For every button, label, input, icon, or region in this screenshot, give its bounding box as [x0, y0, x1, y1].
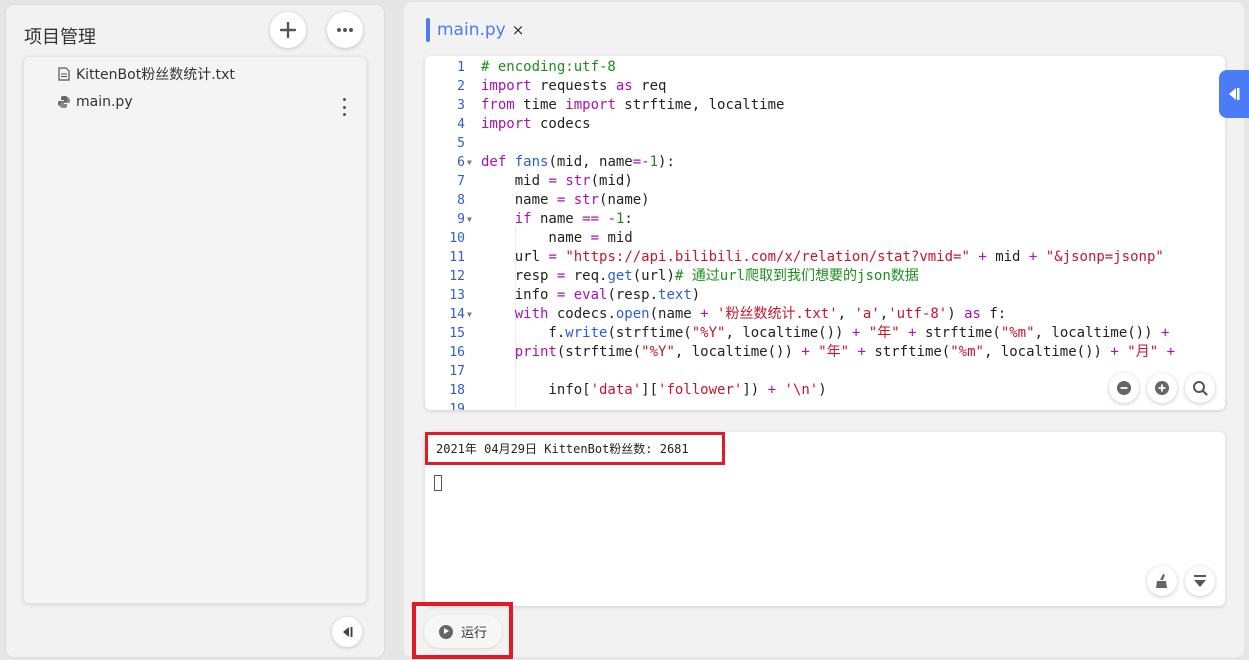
file-item-kittenbot-txt[interactable]: KittenBot粉丝数统计.txt	[57, 63, 235, 85]
expand-left-icon	[1229, 88, 1240, 100]
code-editor[interactable]: 1 # encoding:utf-8 2 import requests as re…	[425, 56, 1225, 410]
tab-label: main.py	[437, 20, 506, 40]
scroll-bottom-button[interactable]	[1185, 566, 1215, 596]
editor-toolbar	[1109, 373, 1215, 403]
code-line: 19	[449, 402, 465, 410]
file-name: KittenBot粉丝数统计.txt	[76, 67, 235, 83]
zoom-out-button[interactable]	[1109, 373, 1139, 403]
plus-circle-icon	[1155, 381, 1169, 395]
code-line: 7 mid = str(mid)	[457, 173, 633, 189]
code-line: 1 # encoding:utf-8	[457, 59, 616, 75]
code-line: 12 resp = req.get(url)# 通过url爬取到我们想要的jso…	[449, 268, 919, 284]
plus-icon	[280, 22, 296, 38]
code-line: 17	[449, 364, 465, 379]
minus-circle-icon	[1117, 381, 1131, 395]
run-label: 运行	[460, 626, 487, 641]
active-tab-indicator	[426, 18, 430, 42]
console-toolbar	[1147, 566, 1215, 596]
code-line: 4 import codecs	[457, 116, 591, 132]
file-name: main.py	[76, 94, 133, 110]
code-line: 13 info = eval(resp.text)	[449, 287, 701, 303]
code-line: 6 ▼ def fans(mid, name=-1):	[457, 154, 675, 170]
zoom-in-button[interactable]	[1147, 373, 1177, 403]
code-line: 5	[457, 136, 465, 151]
add-file-button[interactable]	[270, 12, 306, 48]
more-options-button[interactable]	[327, 12, 363, 48]
collapse-left-icon	[343, 627, 353, 637]
editor-panel: main.py × 1 # encoding:utf-8 2 import requ…	[404, 2, 1244, 659]
file-tree: KittenBot粉丝数统计.txt main.py	[23, 56, 367, 604]
tab-close-icon[interactable]: ×	[512, 21, 525, 39]
project-panel-title: 项目管理	[24, 27, 96, 48]
code-line: 18 info['data']['follower']) + '\n')	[449, 382, 827, 398]
run-button-highlight: 运行	[412, 602, 513, 659]
project-panel: 项目管理 KittenBot粉丝数统计.txt main.py	[6, 5, 384, 657]
code-line: 15 f.write(strftime("%Y", localtime()) +…	[449, 325, 1170, 341]
play-icon	[438, 624, 453, 639]
collapse-sidebar-button[interactable]	[332, 617, 362, 647]
more-horizontal-icon	[337, 28, 353, 32]
python-icon	[57, 95, 71, 109]
run-button[interactable]: 运行	[424, 615, 502, 648]
scroll-down-icon	[1194, 575, 1206, 587]
search-icon	[1193, 381, 1208, 396]
console-output-line: 2021年 04月29日 KittenBot粉丝数: 2681	[425, 432, 725, 465]
code-line: 8 name = str(name)	[457, 192, 650, 208]
search-button[interactable]	[1185, 373, 1215, 403]
broom-icon	[1156, 574, 1167, 588]
file-menu-button[interactable]	[341, 98, 347, 116]
file-item-main-py[interactable]: main.py	[57, 91, 133, 113]
code-line: 14 ▼ with codecs.open(name + '粉丝数统计.txt',…	[449, 306, 1007, 322]
code-line: 3 from time import strftime, localtime	[457, 97, 785, 113]
code-line: 10 name = mid	[449, 230, 633, 246]
code-line: 16 print(strftime("%Y", localtime()) + "…	[449, 344, 1175, 360]
side-panel-toggle[interactable]	[1219, 70, 1249, 118]
code-line: 11 url = "https://api.bilibili.com/x/rel…	[449, 249, 1164, 265]
console-output: 2021年 04月29日 KittenBot粉丝数: 2681	[425, 432, 1225, 606]
code-line: 2 import requests as req	[457, 78, 667, 94]
tab-main-py[interactable]: main.py ×	[426, 17, 524, 43]
clear-console-button[interactable]	[1147, 566, 1177, 596]
code-line: 9 ▼ if name == -1:	[457, 211, 633, 227]
text-file-icon	[57, 67, 71, 81]
console-cursor[interactable]	[434, 475, 442, 491]
